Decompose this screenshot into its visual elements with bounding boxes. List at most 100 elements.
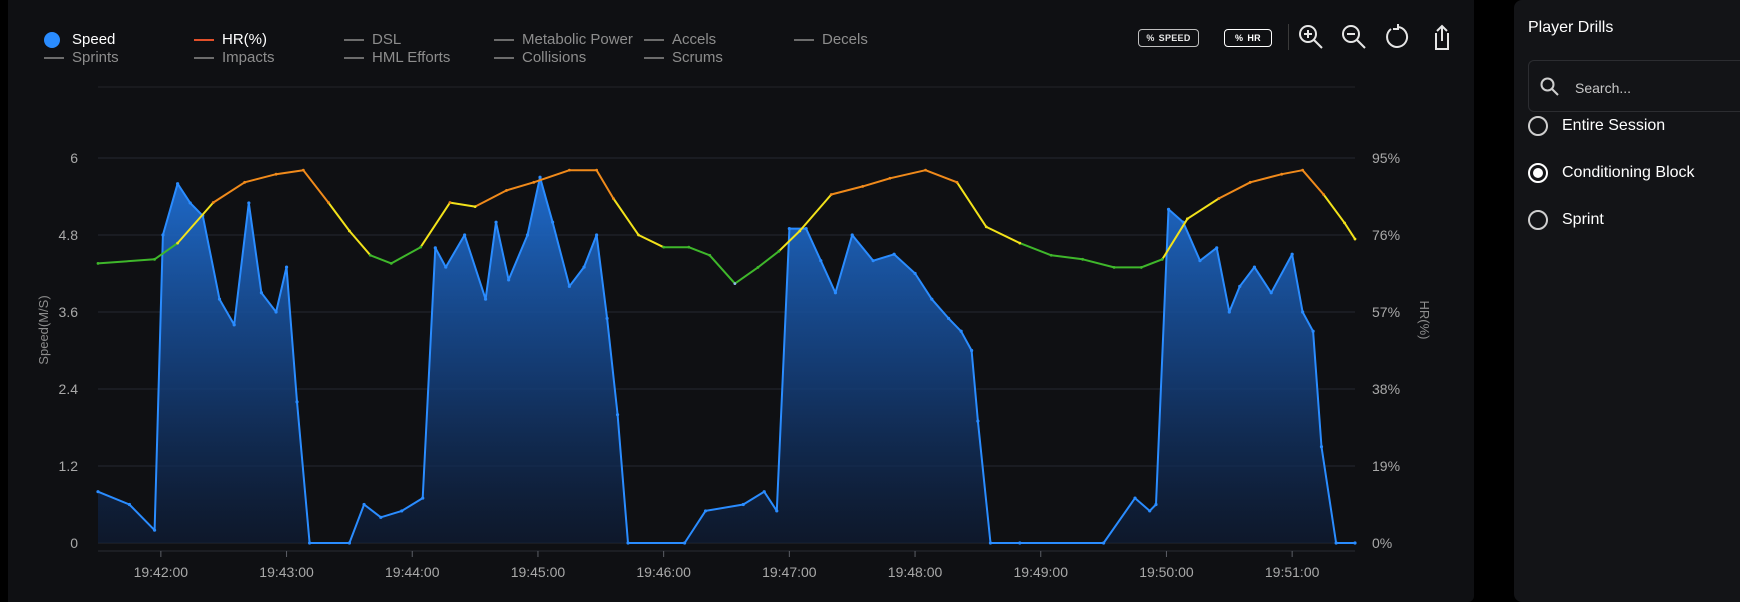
speed-point <box>1198 259 1202 263</box>
speed-hr-chart[interactable]: 0 0% 1.2 19% 2.4 38% 3.6 57% 4.8 76% 6 95% 19:42:00 1… <box>0 0 1474 602</box>
radio-button[interactable] <box>1528 210 1548 230</box>
hr-point <box>368 253 372 257</box>
hr-line-segment <box>1140 258 1164 269</box>
drill-option-sprint[interactable]: Sprint <box>1528 206 1604 234</box>
search-input[interactable] <box>1573 75 1740 101</box>
hr-line-segment <box>1249 173 1283 184</box>
hr-point <box>473 205 477 209</box>
hr-point <box>448 201 452 204</box>
speed-point <box>1334 541 1338 545</box>
hr-point <box>798 229 802 233</box>
hr-point <box>1160 257 1164 261</box>
speed-point <box>284 265 289 269</box>
speed-point <box>421 496 425 500</box>
speed-point <box>152 528 157 532</box>
hr-point <box>419 245 423 249</box>
speed-point <box>1301 310 1305 314</box>
hr-point <box>861 184 865 188</box>
speed-point <box>1102 541 1106 545</box>
hr-point <box>687 245 691 249</box>
speed-point <box>127 502 132 507</box>
hr-point <box>756 266 760 269</box>
speed-point <box>347 541 351 545</box>
hr-line-segment <box>798 193 833 232</box>
speed-point <box>959 329 963 333</box>
hr-point <box>662 245 666 249</box>
speed-point <box>161 233 165 237</box>
hr-point <box>888 176 892 180</box>
speed-point <box>551 220 555 224</box>
hr-line-segment <box>1050 254 1084 261</box>
radio-button[interactable] <box>1528 116 1548 136</box>
hr-line-segment <box>830 185 864 196</box>
hr-line-segment <box>756 250 780 269</box>
y-axis-title: Speed(M/S) <box>36 295 51 364</box>
hr-point <box>1186 217 1189 221</box>
hr-point <box>243 180 247 184</box>
hr-point <box>924 168 927 172</box>
speed-point <box>946 316 951 321</box>
hr-point <box>1018 241 1022 245</box>
hr-point <box>211 201 215 204</box>
x-tick-label: 19:50:00 <box>1139 564 1194 580</box>
hr-line-segment <box>505 181 535 192</box>
hr-line-segment <box>956 181 988 228</box>
hr-point <box>955 180 959 184</box>
speed-point <box>1018 541 1022 545</box>
hr-point <box>274 172 278 176</box>
x-tick-label: 19:43:00 <box>259 564 314 580</box>
drill-search[interactable] <box>1528 60 1740 112</box>
speed-point <box>232 323 236 327</box>
speed-point <box>1238 284 1242 288</box>
speed-point <box>913 271 917 276</box>
speed-point <box>850 233 854 237</box>
speed-point <box>1269 291 1273 295</box>
speed-point <box>741 502 745 507</box>
speed-point <box>1311 329 1315 333</box>
hr-line-segment <box>595 169 615 200</box>
hr-line-segment <box>302 169 330 204</box>
speed-point <box>538 175 542 179</box>
x-tick-label: 19:44:00 <box>385 564 440 580</box>
y-tick-label: 0 <box>70 535 78 551</box>
hr-line-segment <box>1301 169 1325 196</box>
hr-point <box>1112 266 1116 269</box>
speed-point <box>819 259 823 263</box>
hr-line-segment <box>449 201 477 208</box>
speed-point <box>96 490 100 494</box>
y2-tick-label: 76% <box>1372 227 1400 243</box>
speed-area <box>98 177 1355 544</box>
speed-point <box>605 316 609 321</box>
speed-point <box>463 233 467 237</box>
speed-point <box>247 201 251 205</box>
hr-line-segment <box>888 169 927 180</box>
hr-line-segment <box>687 246 711 257</box>
hr-line-segment <box>1186 197 1220 220</box>
hr-line-segment <box>1081 258 1116 269</box>
y-tick-label: 4.8 <box>59 227 79 243</box>
speed-point <box>1133 496 1137 500</box>
speed-point <box>595 233 599 237</box>
speed-point <box>988 541 993 545</box>
speed-point <box>188 201 192 205</box>
hr-point <box>348 229 351 233</box>
drill-option-conditioning-block[interactable]: Conditioning Block <box>1528 159 1695 187</box>
speed-point <box>1319 445 1324 449</box>
hr-point <box>708 253 712 257</box>
hr-line-segment <box>327 201 351 232</box>
hr-line-segment <box>369 254 393 265</box>
y-tick-label: 6 <box>70 150 78 166</box>
x-tick-label: 19:42:00 <box>134 564 189 580</box>
radio-button[interactable] <box>1528 163 1548 183</box>
player-drills-panel: Player Drills Entire Session Conditioning… <box>1514 0 1740 602</box>
speed-point <box>626 541 630 545</box>
speed-point <box>274 310 278 314</box>
speed-point <box>362 502 366 507</box>
drill-option-entire-session[interactable]: Entire Session <box>1528 112 1665 140</box>
speed-point <box>507 278 511 282</box>
speed-point <box>307 541 312 545</box>
hr-point <box>733 282 737 286</box>
hr-line-segment <box>733 266 759 285</box>
speed-point <box>400 509 404 513</box>
speed-point <box>1290 252 1294 256</box>
